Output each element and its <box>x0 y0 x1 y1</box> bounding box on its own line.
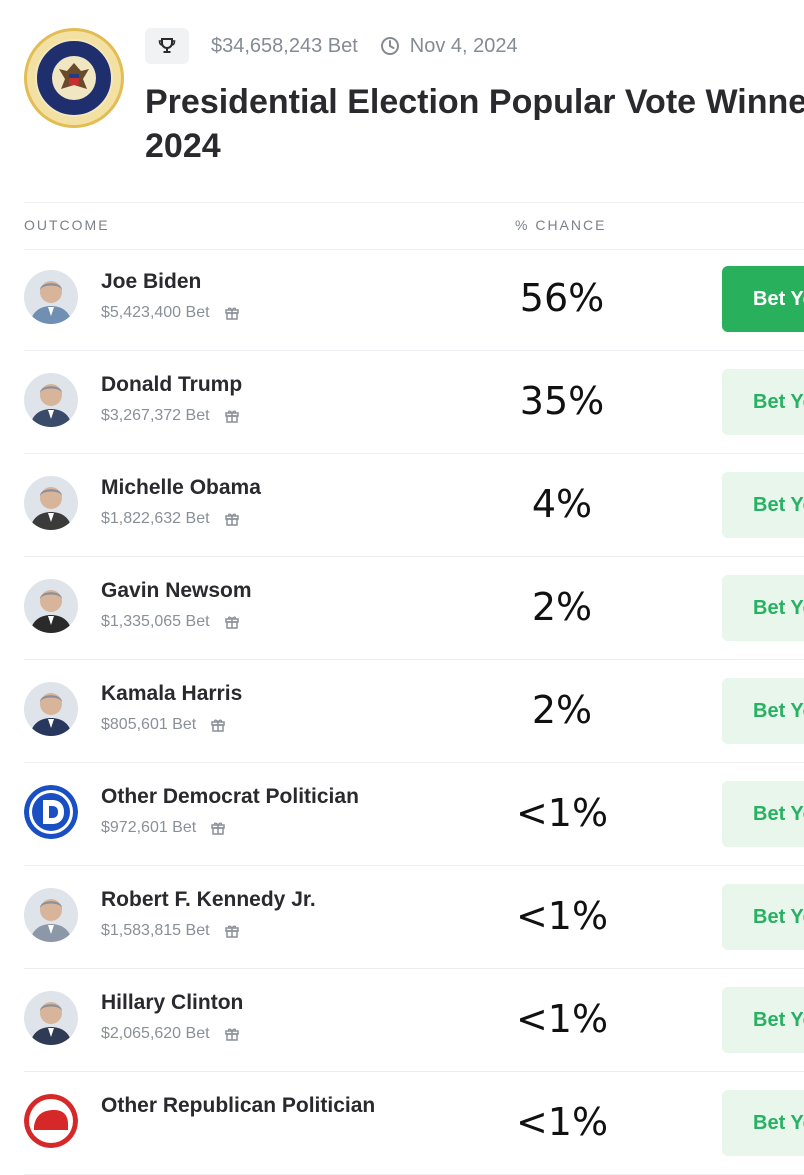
bet-yes-button[interactable]: Bet Yes <box>722 1090 804 1156</box>
table-header: OUTCOME % CHANCE <box>24 202 804 250</box>
chance-value: <1% <box>515 894 609 938</box>
outcome-list: Joe Biden$5,423,400 Bet56%Bet YesDonald … <box>24 248 804 1175</box>
outcome-row[interactable]: Hillary Clinton $2,065,620 Bet <1% Bet Yes <box>24 969 804 1072</box>
gift-icon[interactable] <box>224 305 240 321</box>
bet-amount: $2,065,620 Bet <box>101 1025 210 1042</box>
gift-icon[interactable] <box>210 820 226 836</box>
candidate-bet-volume: $1,335,065 Bet <box>101 613 240 631</box>
chance-value: <1% <box>515 791 609 835</box>
outcome-row[interactable]: Other Republican Politician <1% Bet Yes <box>24 1072 804 1175</box>
candidate-name[interactable]: Other Republican Politician <box>101 1094 375 1118</box>
outcome-row[interactable]: Kamala Harris $805,601 Bet 2% Bet Yes <box>24 660 804 763</box>
bet-yes-button[interactable]: Bet Yes <box>722 369 804 435</box>
candidate-avatar <box>24 785 78 839</box>
candidate-name[interactable]: Donald Trump <box>101 373 242 397</box>
candidate-name[interactable]: Hillary Clinton <box>101 991 243 1015</box>
candidate-name[interactable]: Other Democrat Politician <box>101 785 359 809</box>
candidate-avatar <box>24 682 78 736</box>
bet-yes-button[interactable]: Bet Yes <box>722 987 804 1053</box>
gift-icon[interactable] <box>224 511 240 527</box>
gift-icon[interactable] <box>210 717 226 733</box>
candidate-avatar <box>24 270 78 324</box>
title-line-2: 2024 <box>145 127 221 165</box>
candidate-name[interactable]: Gavin Newsom <box>101 579 252 603</box>
candidate-name[interactable]: Kamala Harris <box>101 682 242 706</box>
market-end-date: Nov 4, 2024 <box>409 34 518 57</box>
bet-amount: $805,601 Bet <box>101 716 197 733</box>
bet-amount: $1,822,632 Bet <box>101 510 210 527</box>
bet-amount: $3,267,372 Bet <box>101 407 210 424</box>
outcome-row[interactable]: Robert F. Kennedy Jr. $1,583,815 Bet <1% Be… <box>24 866 804 969</box>
candidate-bet-volume: $2,065,620 Bet <box>101 1025 240 1043</box>
candidate-avatar <box>24 373 78 427</box>
bet-amount: $972,601 Bet <box>101 819 197 836</box>
candidate-name[interactable]: Joe Biden <box>101 270 201 294</box>
market-meta: $34,658,243 Bet Nov 4, 2024 <box>145 28 518 64</box>
bet-yes-button[interactable]: Bet Yes <box>722 472 804 538</box>
trophy-icon <box>145 28 189 64</box>
chance-value: <1% <box>515 1100 609 1144</box>
chance-value: 2% <box>531 585 593 629</box>
bet-yes-button[interactable]: Bet Yes <box>722 884 804 950</box>
candidate-bet-volume: $1,822,632 Bet <box>101 510 240 528</box>
candidate-name[interactable]: Robert F. Kennedy Jr. <box>101 888 316 912</box>
presidential-seal-icon <box>24 28 124 128</box>
bet-amount: $5,423,400 Bet <box>101 304 210 321</box>
outcome-row[interactable]: Other Democrat Politician $972,601 Bet <1%… <box>24 763 804 866</box>
candidate-bet-volume: $972,601 Bet <box>101 819 226 837</box>
bet-amount: $1,335,065 Bet <box>101 613 210 630</box>
chance-value: <1% <box>515 997 609 1041</box>
bet-yes-button[interactable]: Bet Yes <box>722 678 804 744</box>
candidate-bet-volume: $5,423,400 Bet <box>101 304 240 322</box>
candidate-bet-volume: $1,583,815 Bet <box>101 922 240 940</box>
chance-column-header: % CHANCE <box>515 217 607 233</box>
clock-icon <box>380 37 399 55</box>
chance-value: 56% <box>519 276 605 320</box>
outcome-row[interactable]: Gavin Newsom $1,335,065 Bet 2% Bet Yes <box>24 557 804 660</box>
outcome-row[interactable]: Michelle Obama $1,822,632 Bet 4% Bet Yes <box>24 454 804 557</box>
candidate-avatar <box>24 476 78 530</box>
chance-value: 4% <box>531 482 593 526</box>
candidate-name[interactable]: Michelle Obama <box>101 476 261 500</box>
candidate-avatar <box>24 991 78 1045</box>
bet-yes-button[interactable]: Bet Yes <box>722 575 804 641</box>
gift-icon[interactable] <box>224 614 240 630</box>
gift-icon[interactable] <box>224 923 240 939</box>
bet-yes-button[interactable]: Bet Yes <box>722 781 804 847</box>
gift-icon[interactable] <box>224 408 240 424</box>
gift-icon[interactable] <box>224 1026 240 1042</box>
candidate-bet-volume: $805,601 Bet <box>101 716 226 734</box>
candidate-avatar <box>24 888 78 942</box>
outcome-row[interactable]: Donald Trump $3,267,372 Bet 35% Bet Yes <box>24 351 804 454</box>
candidate-avatar <box>24 1094 78 1148</box>
market-header: $34,658,243 Bet Nov 4, 2024 Presidential… <box>0 0 804 200</box>
market-volume: $34,658,243 Bet <box>211 34 358 57</box>
candidate-bet-volume: $3,267,372 Bet <box>101 407 240 425</box>
bet-amount: $1,583,815 Bet <box>101 922 210 939</box>
page-title: Presidential Election Popular Vote Winne… <box>145 80 804 168</box>
bet-yes-button[interactable]: Bet Yes <box>722 266 804 332</box>
chance-value: 35% <box>519 379 605 423</box>
title-line-1: Presidential Election Popular Vote Winne… <box>145 83 804 121</box>
outcome-column-header: OUTCOME <box>24 217 110 233</box>
candidate-avatar <box>24 579 78 633</box>
outcome-row[interactable]: Joe Biden $5,423,400 Bet 56% Bet Yes <box>24 248 804 351</box>
chance-value: 2% <box>531 688 593 732</box>
